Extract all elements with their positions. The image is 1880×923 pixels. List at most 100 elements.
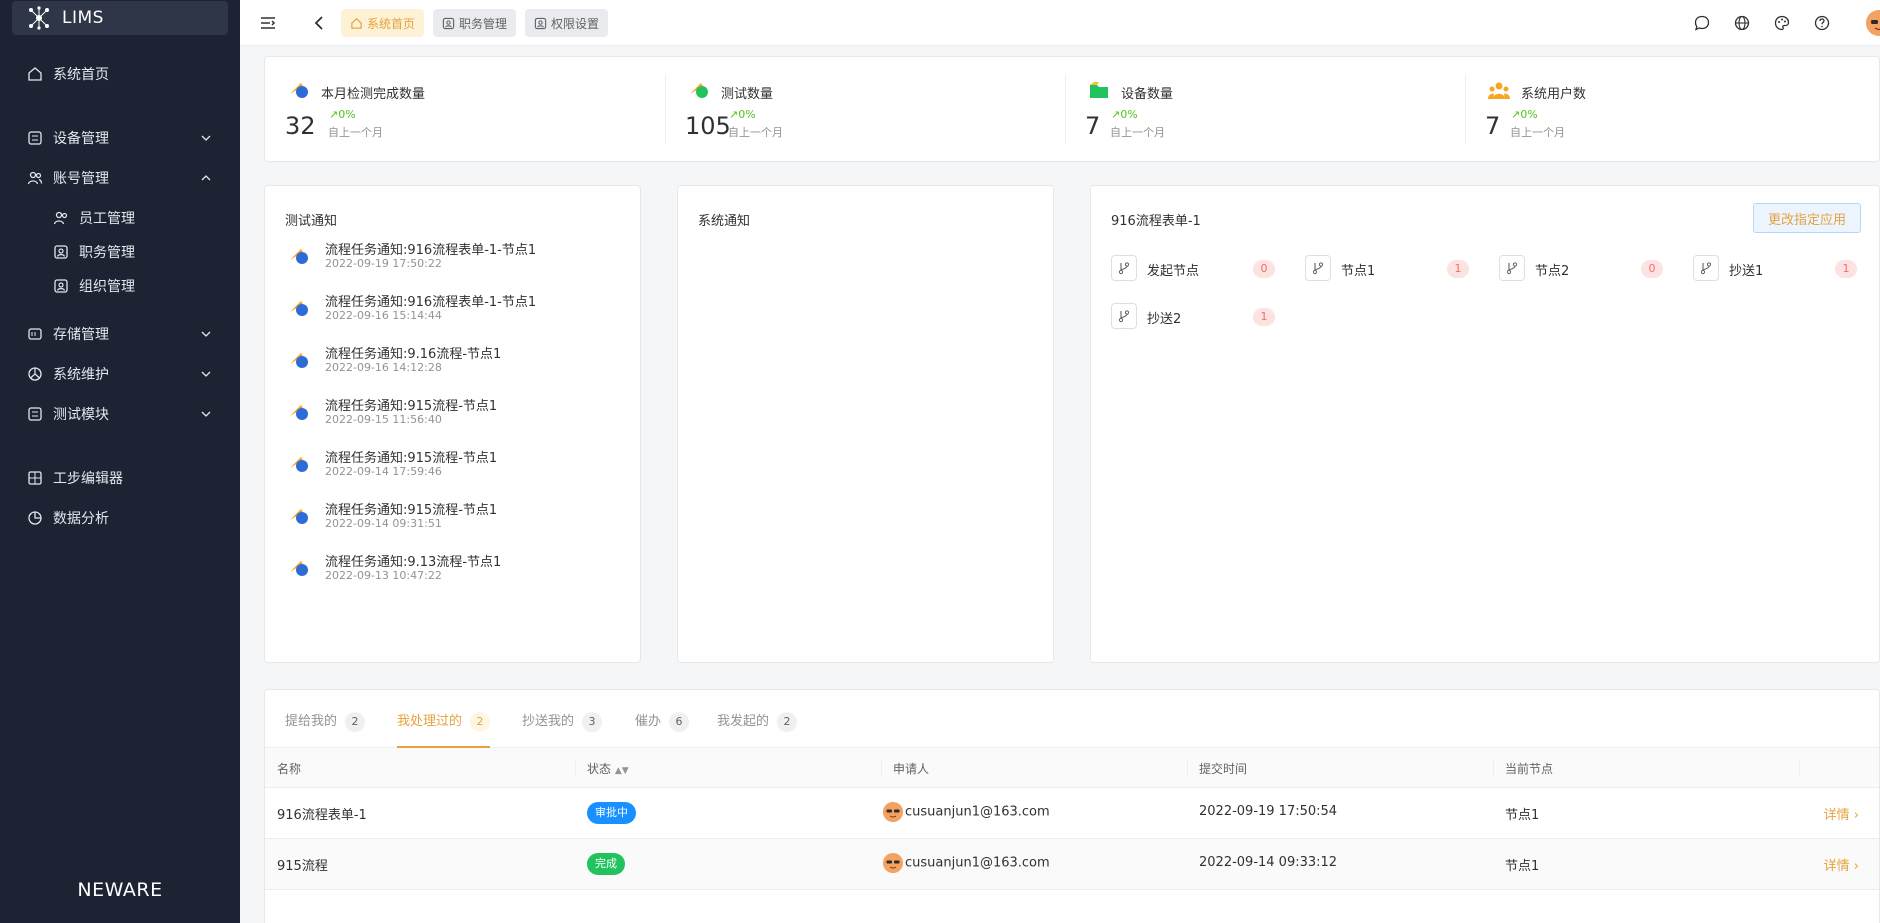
- panel-title: 916流程表单-1: [1111, 214, 1201, 229]
- branch-icon: [1305, 255, 1331, 281]
- flow-node-start[interactable]: 发起节点 0: [1111, 255, 1291, 283]
- notice-title: 流程任务通知:916流程表单-1-节点1: [325, 295, 537, 310]
- sidebar-item-test-module[interactable]: 测试模块: [0, 396, 240, 432]
- stat-value: 7: [1085, 112, 1101, 140]
- detail-link[interactable]: 详情 ›: [1824, 804, 1859, 823]
- sidebar-item-data-analysis[interactable]: 数据分析: [0, 500, 240, 536]
- column-header-status[interactable]: 状态 ▲▼: [587, 760, 629, 777]
- menu-fold-icon[interactable]: [258, 13, 278, 33]
- tab-cc-to-me[interactable]: 抄送我的 3: [522, 710, 603, 748]
- stat-monthly-completed: 本月检测完成数量 32 ↗0% 自上一个月: [265, 57, 665, 163]
- sidebar-item-label: 组织管理: [79, 279, 135, 295]
- stat-subtitle: 自上一个月: [1510, 126, 1565, 139]
- stat-value: 32: [285, 112, 316, 140]
- tab-label: 抄送我的: [522, 714, 575, 729]
- tab-label: 职务管理: [459, 16, 508, 31]
- flow-node-label: 抄送2: [1147, 312, 1182, 327]
- branch-icon: [1111, 255, 1137, 281]
- user-avatar[interactable]: [1866, 10, 1880, 36]
- flow-node-cc2[interactable]: 抄送2 1: [1111, 303, 1291, 331]
- tab-label: 系统首页: [367, 16, 416, 31]
- sidebar-item-account[interactable]: 账号管理: [0, 160, 240, 196]
- branch-icon: [1111, 303, 1137, 329]
- sidebar-item-staff[interactable]: 员工管理: [0, 200, 240, 236]
- column-divider: [1799, 759, 1800, 777]
- sidebar-item-label: 系统维护: [53, 367, 109, 383]
- cell-time: 2022-09-19 17:50:54: [1199, 804, 1338, 819]
- cell-node: 节点1: [1505, 808, 1540, 823]
- sidebar-item-organization[interactable]: 组织管理: [0, 268, 240, 304]
- tab-home[interactable]: 系统首页: [341, 9, 425, 37]
- rocket-icon: [287, 453, 311, 477]
- sidebar-item-label: 员工管理: [79, 211, 135, 227]
- notice-time: 2022-09-15 11:56:40: [325, 413, 442, 426]
- tab-position-management[interactable]: 职务管理: [433, 9, 517, 37]
- stat-trend: ↗0%: [1111, 108, 1138, 121]
- tab-urge[interactable]: 催办 6: [635, 710, 690, 748]
- change-app-button[interactable]: 更改指定应用: [1752, 203, 1861, 233]
- flow-node-count: 1: [1253, 308, 1275, 326]
- column-header-label: 状态: [587, 762, 612, 776]
- tab-submitted-to-me[interactable]: 提给我的 2: [285, 710, 366, 748]
- cell-time: 2022-09-14 09:33:12: [1199, 855, 1338, 870]
- flow-panel: 916流程表单-1 更改指定应用 发起节点 0 节点1 1 节点2 0 抄送1 …: [1090, 185, 1880, 663]
- maintenance-icon: [26, 365, 44, 383]
- help-icon[interactable]: [1812, 13, 1832, 33]
- flow-node-2[interactable]: 节点2 0: [1499, 255, 1679, 283]
- tab-processed-by-me[interactable]: 我处理过的 2: [397, 710, 491, 748]
- tab-initiated-by-me[interactable]: 我发起的 2: [717, 710, 798, 748]
- sidebar-item-home[interactable]: 系统首页: [0, 56, 240, 92]
- sidebar-item-position[interactable]: 职务管理: [0, 234, 240, 270]
- back-icon[interactable]: [310, 13, 330, 33]
- panel-title: 系统通知: [698, 214, 751, 229]
- flow-node-cc1[interactable]: 抄送1 1: [1693, 255, 1873, 283]
- flow-node-1[interactable]: 节点1 1: [1305, 255, 1485, 283]
- palette-icon[interactable]: [1772, 13, 1792, 33]
- notice-time: 2022-09-14 17:59:46: [325, 465, 442, 478]
- cell-applicant: cusuanjun1@163.com: [883, 802, 1050, 822]
- notice-item[interactable]: 流程任务通知:916流程表单-1-节点1 2022-09-19 17:50:22: [287, 239, 627, 279]
- tab-permission-settings[interactable]: 权限设置: [525, 9, 609, 37]
- folder-icon: [1090, 82, 1108, 98]
- sidebar: LIMS 系统首页 设备管理 账号管理 员工管理 职务管理 组织管理 存储管理 …: [0, 0, 240, 923]
- test-notice-panel: 测试通知 流程任务通知:916流程表单-1-节点1 2022-09-19 17:5…: [264, 185, 641, 663]
- users-icon: [52, 209, 70, 227]
- stat-equipment-count: 设备数量 7 ↗0% 自上一个月: [1065, 57, 1465, 163]
- notice-item[interactable]: 流程任务通知:9.16流程-节点1 2022-09-16 14:12:28: [287, 343, 627, 383]
- stat-trend: ↗0%: [729, 108, 756, 121]
- notice-item[interactable]: 流程任务通知:915流程-节点1 2022-09-14 17:59:46: [287, 447, 627, 487]
- column-divider: [1187, 759, 1188, 777]
- avatar: [883, 853, 903, 873]
- pie-chart-icon: [26, 509, 44, 527]
- sort-icon: ▲▼: [614, 766, 629, 776]
- status-badge: 审批中: [587, 802, 636, 824]
- column-header-time: 提交时间: [1199, 762, 1248, 776]
- table-row[interactable]: 915流程 完成 cusuanjun1@163.com 2022-09-14 0…: [265, 839, 1879, 890]
- sidebar-item-label: 工步编辑器: [53, 471, 123, 487]
- notice-item[interactable]: 流程任务通知:916流程表单-1-节点1 2022-09-16 15:14:44: [287, 291, 627, 331]
- sidebar-item-label: 设备管理: [53, 131, 109, 147]
- table-row[interactable]: 916流程表单-1 审批中 cusuanjun1@163.com 2022-09…: [265, 788, 1879, 839]
- column-header-applicant: 申请人: [893, 762, 930, 776]
- globe-icon[interactable]: [1732, 13, 1752, 33]
- notice-item[interactable]: 流程任务通知:915流程-节点1 2022-09-15 11:56:40: [287, 395, 627, 435]
- column-divider: [1493, 759, 1494, 777]
- column-divider: [881, 759, 882, 777]
- message-icon[interactable]: [1692, 13, 1712, 33]
- tab-count: 6: [669, 712, 690, 732]
- app-logo[interactable]: LIMS: [12, 1, 228, 35]
- detail-link[interactable]: 详情 ›: [1824, 855, 1859, 874]
- stat-value: 105: [685, 112, 731, 140]
- rocket-icon: [287, 349, 311, 373]
- stat-percent: 0%: [338, 108, 356, 121]
- rocket-icon: [287, 297, 311, 321]
- sidebar-item-storage[interactable]: 存储管理: [0, 316, 240, 352]
- notice-item[interactable]: 流程任务通知:9.13流程-节点1 2022-09-13 10:47:22: [287, 551, 627, 591]
- notice-item[interactable]: 流程任务通知:915流程-节点1 2022-09-14 09:31:51: [287, 499, 627, 539]
- branch-icon: [1499, 255, 1525, 281]
- cell-applicant: cusuanjun1@163.com: [883, 853, 1050, 873]
- sidebar-item-equipment[interactable]: 设备管理: [0, 120, 240, 156]
- sidebar-item-maintenance[interactable]: 系统维护: [0, 356, 240, 392]
- sidebar-item-step-editor[interactable]: 工步编辑器: [0, 460, 240, 496]
- sidebar-item-label: 职务管理: [79, 245, 135, 261]
